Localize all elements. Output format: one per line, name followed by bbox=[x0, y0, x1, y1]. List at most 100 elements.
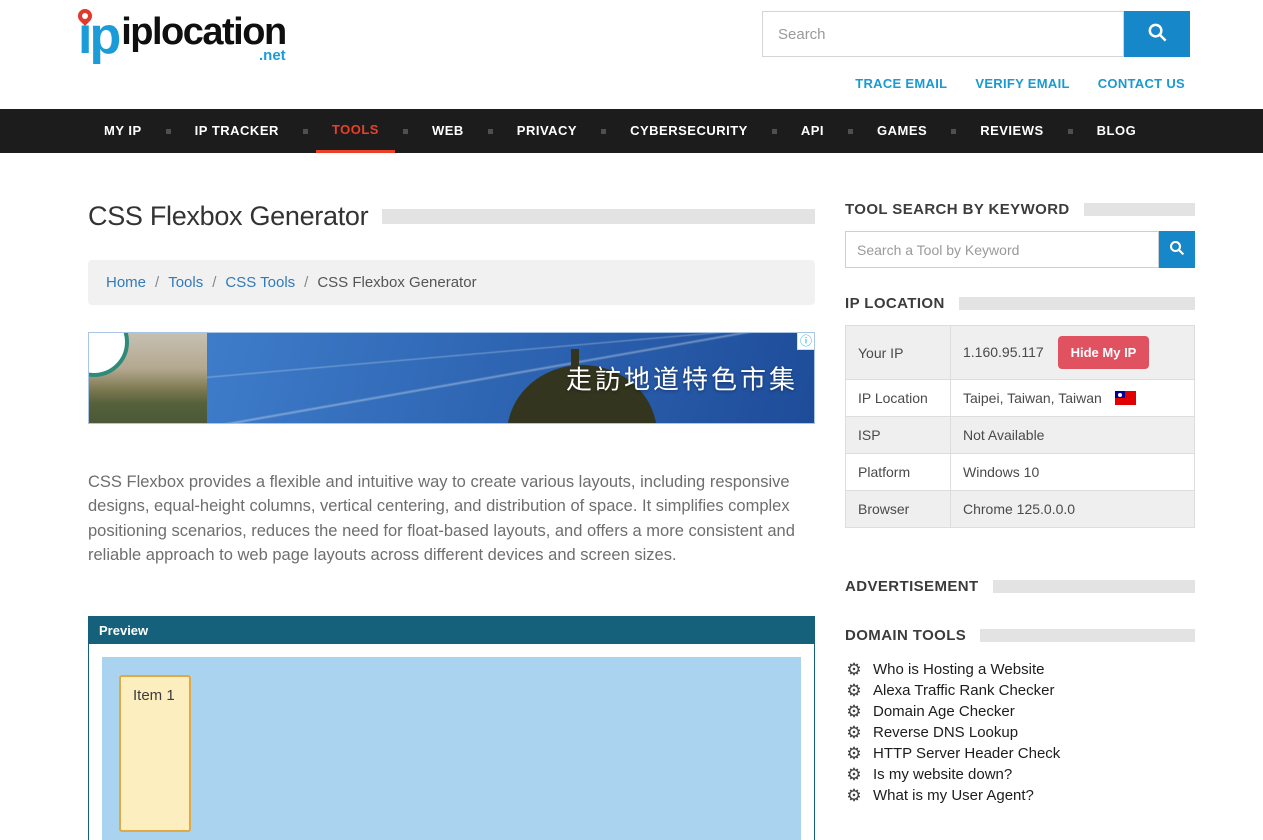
nav-item-privacy[interactable]: PRIVACY bbox=[501, 109, 593, 153]
advertisement-heading: ADVERTISEMENT bbox=[845, 578, 979, 595]
list-item[interactable]: ⚙ Is my website down? bbox=[845, 764, 1195, 785]
flexbox-preview-container: Item 1 bbox=[102, 657, 801, 840]
ad-photo-right: 走訪地道特色市集 bbox=[207, 333, 814, 423]
gear-icon: ⚙ bbox=[845, 745, 863, 762]
tool-search-heading: TOOL SEARCH BY KEYWORD bbox=[845, 201, 1070, 218]
nav-separator bbox=[951, 129, 956, 134]
ad-banner[interactable]: 走訪地道特色市集 ⓘ bbox=[88, 332, 815, 424]
advertisement-heading-row: ADVERTISEMENT bbox=[845, 578, 1195, 595]
isp-value: Not Available bbox=[951, 417, 1195, 454]
ip-location-heading: IP LOCATION bbox=[845, 295, 945, 312]
list-item[interactable]: ⚙ Reverse DNS Lookup bbox=[845, 722, 1195, 743]
nav-separator bbox=[488, 129, 493, 134]
ip-row-label: Your IP bbox=[846, 326, 951, 380]
nav-separator bbox=[1068, 129, 1073, 134]
breadcrumb-separator: / bbox=[155, 274, 159, 291]
gear-icon: ⚙ bbox=[845, 703, 863, 720]
gear-icon: ⚙ bbox=[845, 682, 863, 699]
top-header: ip iplocation .net TRACE EMAIL VERIFY EM… bbox=[0, 0, 1263, 109]
ad-choices-icon[interactable]: ⓘ bbox=[797, 333, 814, 350]
nav-item-web[interactable]: WEB bbox=[416, 109, 480, 153]
ip-row-label: Browser bbox=[846, 491, 951, 528]
logo-mark: ip bbox=[78, 12, 118, 61]
tool-search bbox=[845, 231, 1195, 268]
site-logo[interactable]: ip iplocation .net bbox=[78, 12, 286, 64]
domain-tools-list: ⚙ Who is Hosting a Website ⚙ Alexa Traff… bbox=[845, 659, 1195, 806]
ip-info-table: Your IP 1.160.95.117 Hide My IP IP Locat… bbox=[845, 325, 1195, 528]
tool-search-button[interactable] bbox=[1159, 231, 1195, 268]
nav-item-cybersecurity[interactable]: CYBERSECURITY bbox=[614, 109, 764, 153]
nav-item-my-ip[interactable]: MY IP bbox=[88, 109, 158, 153]
header-search-button[interactable] bbox=[1124, 11, 1190, 57]
search-icon bbox=[1146, 21, 1169, 47]
heading-decor-bar bbox=[1084, 203, 1195, 216]
heading-decor-bar bbox=[993, 580, 1195, 593]
nav-item-api[interactable]: API bbox=[785, 109, 840, 153]
ip-row-label: ISP bbox=[846, 417, 951, 454]
sidebar: TOOL SEARCH BY KEYWORD IP LOCATION Your … bbox=[845, 201, 1195, 840]
table-row: ISP Not Available bbox=[846, 417, 1195, 454]
ip-row-label: Platform bbox=[846, 454, 951, 491]
list-item[interactable]: ⚙ Domain Age Checker bbox=[845, 701, 1195, 722]
table-row: Your IP 1.160.95.117 Hide My IP bbox=[846, 326, 1195, 380]
list-item[interactable]: ⚙ Who is Hosting a Website bbox=[845, 659, 1195, 680]
hide-my-ip-button[interactable]: Hide My IP bbox=[1058, 336, 1150, 369]
page-title-row: CSS Flexbox Generator bbox=[88, 201, 815, 232]
preview-panel: Preview Item 1 bbox=[88, 616, 815, 840]
page-title: CSS Flexbox Generator bbox=[88, 201, 368, 232]
nav-separator bbox=[601, 129, 606, 134]
domain-tools-heading-row: DOMAIN TOOLS bbox=[845, 627, 1195, 644]
ip-location-value: Taipei, Taiwan, Taiwan bbox=[963, 390, 1102, 406]
table-row: Platform Windows 10 bbox=[846, 454, 1195, 491]
ad-headline: 走訪地道特色市集 bbox=[566, 360, 798, 397]
list-item[interactable]: ⚙ Alexa Traffic Rank Checker bbox=[845, 680, 1195, 701]
main-column: CSS Flexbox Generator Home / Tools / CSS… bbox=[88, 201, 815, 840]
tool-description: CSS Flexbox provides a flexible and intu… bbox=[88, 470, 815, 568]
gear-icon: ⚙ bbox=[845, 661, 863, 678]
tool-search-input[interactable] bbox=[845, 231, 1159, 268]
list-item[interactable]: ⚙ What is my User Agent? bbox=[845, 785, 1195, 806]
header-links: TRACE EMAIL VERIFY EMAIL CONTACT US bbox=[855, 76, 1185, 91]
verify-email-link[interactable]: VERIFY EMAIL bbox=[975, 76, 1069, 91]
gear-icon: ⚙ bbox=[845, 724, 863, 741]
nav-item-reviews[interactable]: REVIEWS bbox=[964, 109, 1059, 153]
taiwan-flag-icon bbox=[1115, 391, 1136, 405]
nav-item-blog[interactable]: BLOG bbox=[1081, 109, 1153, 153]
nav-separator bbox=[403, 129, 408, 134]
nav-separator bbox=[303, 129, 308, 134]
your-ip-value: 1.160.95.117 bbox=[963, 344, 1044, 360]
gear-icon: ⚙ bbox=[845, 766, 863, 783]
nav-item-games[interactable]: GAMES bbox=[861, 109, 943, 153]
trace-email-link[interactable]: TRACE EMAIL bbox=[855, 76, 947, 91]
table-row: IP Location Taipei, Taiwan, Taiwan bbox=[846, 380, 1195, 417]
content: CSS Flexbox Generator Home / Tools / CSS… bbox=[0, 153, 1263, 840]
main-nav: MY IP IP TRACKER TOOLS WEB PRIVACY CYBER… bbox=[0, 109, 1263, 153]
nav-separator bbox=[772, 129, 777, 134]
tool-search-heading-row: TOOL SEARCH BY KEYWORD bbox=[845, 201, 1195, 218]
breadcrumb-tools[interactable]: Tools bbox=[168, 274, 203, 291]
table-row: Browser Chrome 125.0.0.0 bbox=[846, 491, 1195, 528]
nav-item-ip-tracker[interactable]: IP TRACKER bbox=[179, 109, 295, 153]
breadcrumb-home[interactable]: Home bbox=[106, 274, 146, 291]
flexbox-preview-item: Item 1 bbox=[119, 675, 191, 832]
domain-tools-heading: DOMAIN TOOLS bbox=[845, 627, 966, 644]
gear-icon: ⚙ bbox=[845, 787, 863, 804]
header-search bbox=[762, 11, 1190, 57]
platform-value: Windows 10 bbox=[951, 454, 1195, 491]
browser-value: Chrome 125.0.0.0 bbox=[951, 491, 1195, 528]
breadcrumb-css-tools[interactable]: CSS Tools bbox=[225, 274, 295, 291]
breadcrumb: Home / Tools / CSS Tools / CSS Flexbox G… bbox=[88, 260, 815, 305]
ip-location-heading-row: IP LOCATION bbox=[845, 295, 1195, 312]
contact-us-link[interactable]: CONTACT US bbox=[1098, 76, 1185, 91]
header-search-input[interactable] bbox=[762, 11, 1124, 57]
breadcrumb-separator: / bbox=[304, 274, 308, 291]
list-item[interactable]: ⚙ HTTP Server Header Check bbox=[845, 743, 1195, 764]
breadcrumb-current: CSS Flexbox Generator bbox=[317, 274, 476, 291]
nav-separator bbox=[166, 129, 171, 134]
ip-row-label: IP Location bbox=[846, 380, 951, 417]
nav-item-tools[interactable]: TOOLS bbox=[316, 109, 395, 153]
heading-decor-bar bbox=[959, 297, 1195, 310]
preview-header: Preview bbox=[89, 617, 814, 644]
preview-body: Item 1 bbox=[89, 644, 814, 840]
logo-text: iplocation .net bbox=[121, 12, 285, 64]
